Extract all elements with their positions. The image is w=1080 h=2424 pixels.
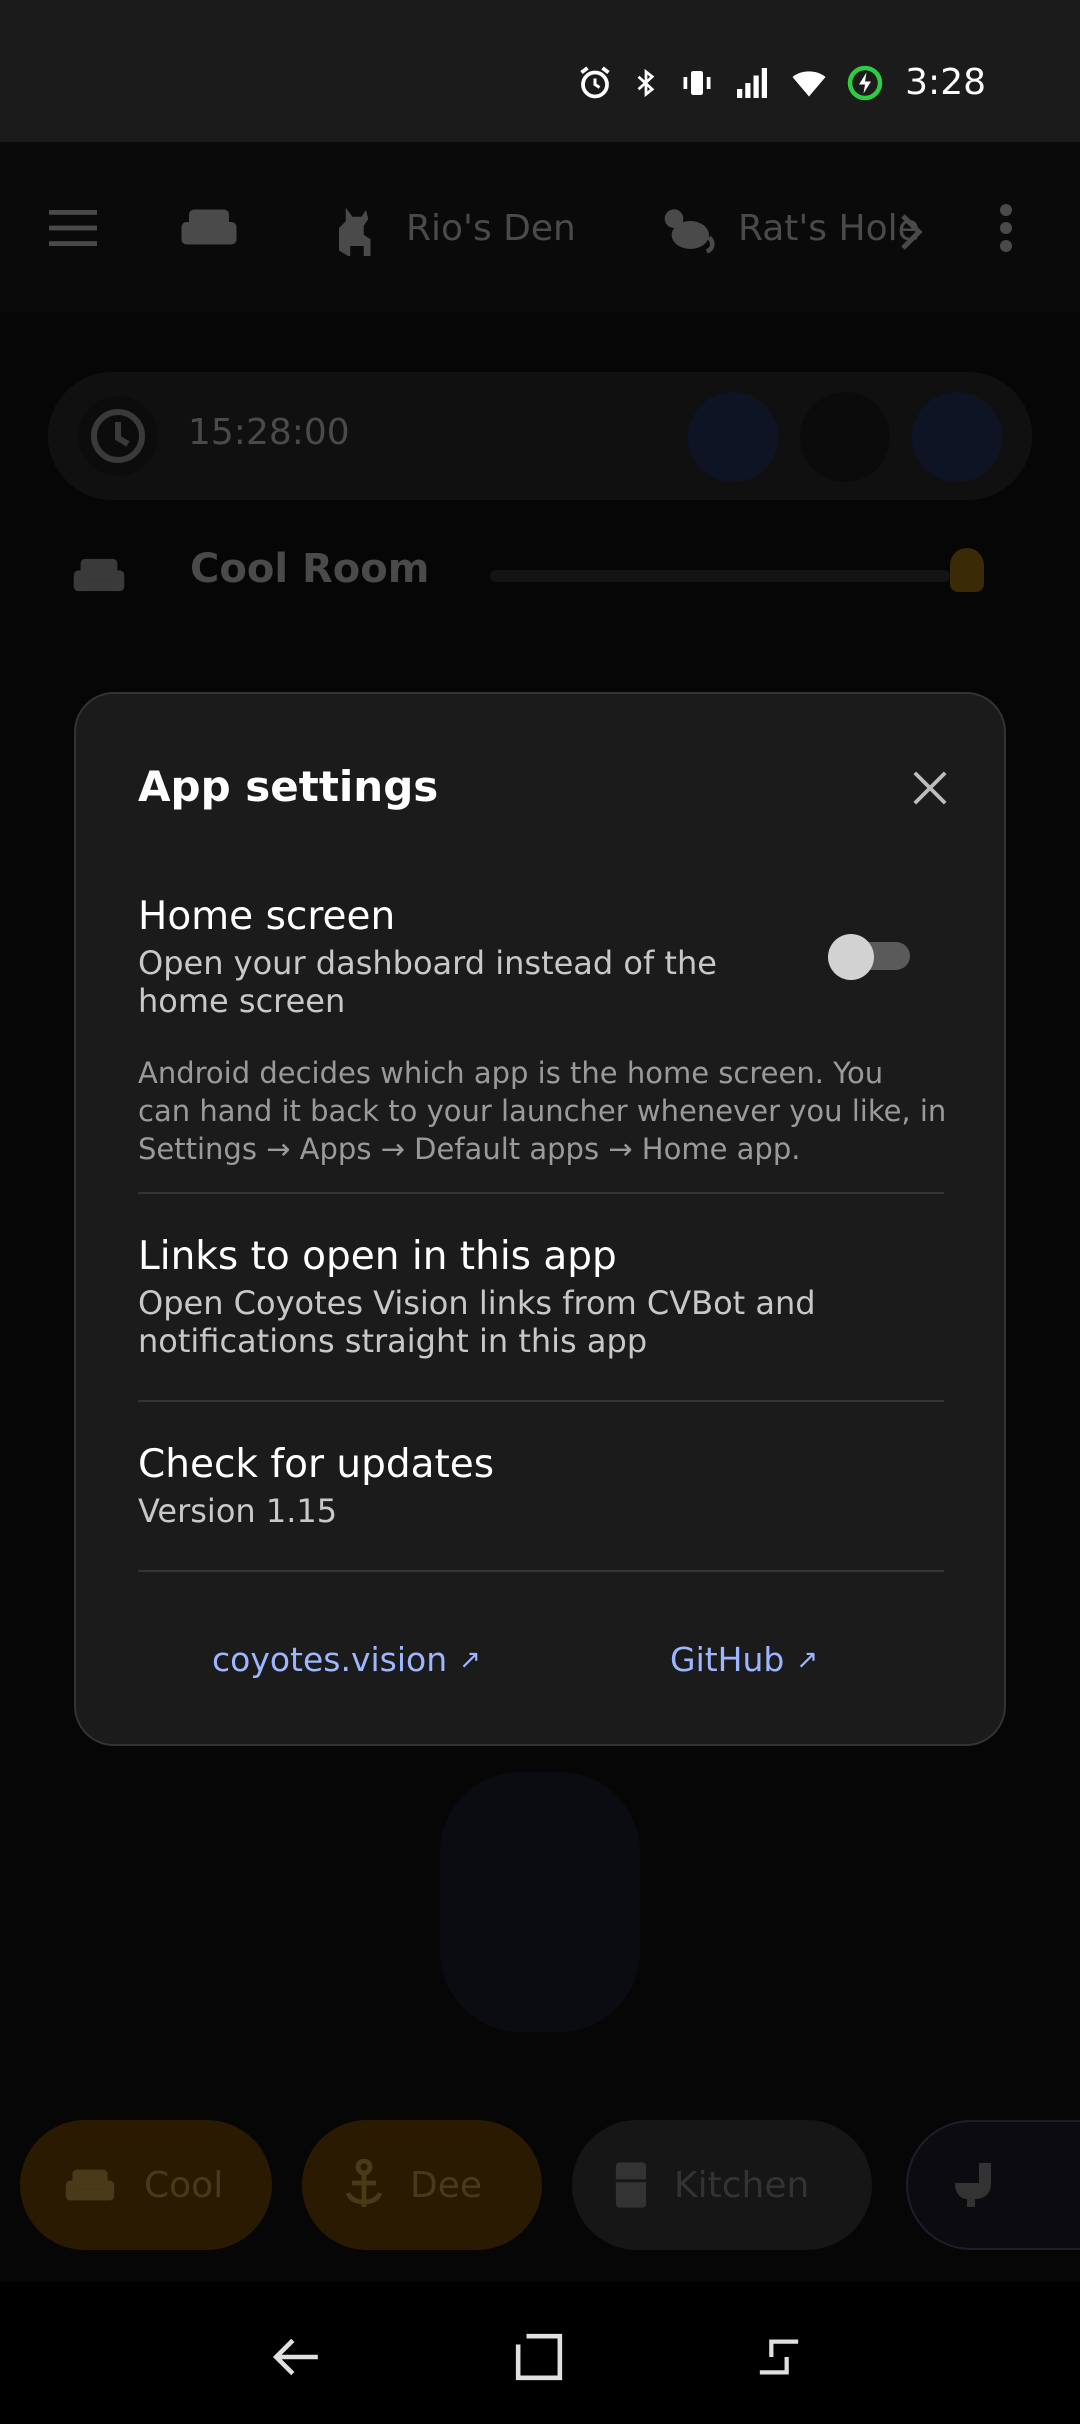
bulb-icon [950,548,984,592]
room-tab-label: Kitchen [674,2164,810,2206]
app-settings-dialog: App settings Home screen Open your dashb… [74,692,1006,1746]
overflow-menu-button[interactable] [996,204,1016,252]
links-subtitle-line2: notifications straight in this app [138,1322,648,1360]
tab-sofa[interactable] [178,202,240,252]
status-time: 3:28 [905,62,986,103]
recents-button[interactable] [734,2312,824,2402]
status-bar: 3:28 [0,0,1080,142]
recents-icon [759,2339,799,2375]
sofa-icon [181,209,237,245]
home-screen-note-line3: Settings → Apps → Default apps → Home ap… [138,1132,801,1166]
room-tab-label: Dee [410,2164,483,2206]
toggle-thumb [828,934,874,980]
divider [138,1570,944,1572]
time-bar: 15:28:00 [48,372,1032,500]
top-toolbar: Rio's Den Rat's Hole [0,142,1080,312]
crown-chip[interactable] [912,392,1002,482]
divider [138,1192,944,1194]
room-tab-cool[interactable]: Cool [20,2120,272,2250]
back-button[interactable] [252,2312,342,2402]
website-link[interactable]: coyotes.vision ↗ [212,1640,481,1679]
toilet-icon [955,2163,991,2207]
github-link-label: GitHub [670,1640,785,1679]
external-link-icon: ↗ [459,1644,481,1675]
rat-icon [664,209,715,254]
external-link-icon: ↗ [796,1644,819,1675]
links-title: Links to open in this app [138,1234,617,1279]
tab-rats-hole[interactable]: Rat's Hole [660,200,920,256]
home-screen-subtitle-line1: Open your dashboard instead of the [138,944,717,982]
updates-title: Check for updates [138,1442,495,1487]
close-button[interactable] [906,764,954,812]
background-shape [440,1772,640,2032]
more-vertical-icon [1000,204,1012,252]
wifi-icon [792,70,826,96]
tab-rios-den[interactable]: Rio's Den [330,200,576,256]
tab-label: Rio's Den [406,207,576,249]
clock-icon [78,396,158,476]
rat-chip[interactable] [800,392,890,482]
home-button[interactable] [494,2312,584,2402]
sofa-icon [65,2169,115,2201]
room-tab-dee[interactable]: Dee [302,2120,542,2250]
status-icons: 3:28 [577,62,986,103]
home-screen-title: Home screen [138,894,396,939]
signal-icon [737,67,768,98]
room-row[interactable]: Cool Room [70,534,1010,614]
home-screen-toggle[interactable] [828,934,912,980]
dog-chip[interactable] [688,392,778,482]
website-link-label: coyotes.vision [212,1640,448,1679]
vibrate-icon [683,70,711,95]
menu-button[interactable] [48,208,98,248]
bottom-room-tabs: Cool Dee Kitchen [0,2120,1080,2250]
bluetooth-icon [637,68,655,97]
divider [138,1400,944,1402]
menu-icon [49,210,97,246]
sofa-icon [73,558,125,592]
home-screen-subtitle-line2: home screen [138,982,346,1020]
fridge-icon [615,2162,647,2208]
tab-label: Rat's Hole [738,207,920,249]
dialog-title: App settings [138,762,439,811]
alarm-icon [580,66,610,98]
home-screen-note-line1: Android decides which app is the home sc… [138,1056,884,1090]
battery-charging-icon [847,65,883,100]
links-subtitle-line1: Open Coyotes Vision links from CVBot and [138,1284,816,1322]
room-name: Cool Room [190,546,430,592]
scroll-right-button[interactable] [896,212,926,252]
brightness-slider[interactable] [490,570,950,582]
close-icon [913,771,947,805]
current-time: 15:28:00 [188,412,350,453]
dog-icon [339,207,371,256]
home-square-icon [515,2333,563,2381]
room-tab-label: Cool [144,2164,224,2206]
chevron-right-icon [901,214,923,250]
version-text: Version 1.15 [138,1492,338,1530]
anchor-icon [345,2159,383,2207]
back-arrow-icon [272,2338,318,2376]
home-screen-note-line2: can hand it back to your launcher whenev… [138,1094,947,1128]
github-link[interactable]: GitHub ↗ [670,1640,818,1679]
room-tab-kitchen[interactable]: Kitchen [572,2120,872,2250]
system-nav-bar [0,2282,1080,2424]
room-tab-bathroom[interactable] [906,2120,1080,2250]
